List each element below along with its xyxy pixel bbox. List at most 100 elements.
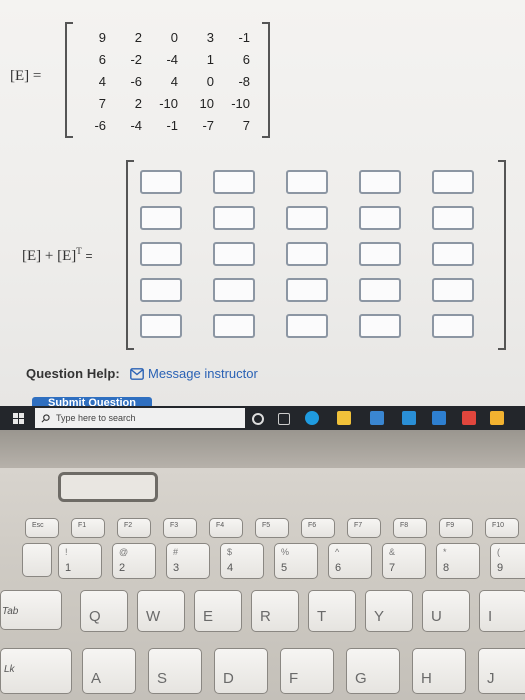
answer-input-r4c3[interactable] xyxy=(286,278,328,302)
key-shift-symbol: @ xyxy=(119,547,129,557)
letter-key-a[interactable]: A xyxy=(82,648,136,694)
key-label: A xyxy=(91,670,102,687)
answer-input-r2c2[interactable] xyxy=(213,206,255,230)
letter-key-f[interactable]: F xyxy=(280,648,334,694)
function-key[interactable]: F8 xyxy=(393,518,427,538)
number-key-3[interactable]: #3 xyxy=(166,543,210,579)
file-explorer-icon[interactable] xyxy=(337,411,351,425)
letter-key-d[interactable]: D xyxy=(214,648,268,694)
answer-input-r4c1[interactable] xyxy=(140,278,182,302)
matrix-cell: -10 xyxy=(159,96,178,111)
answer-input-r1c3[interactable] xyxy=(286,170,328,194)
matrix-row: 6 -2 -4 1 6 xyxy=(70,52,250,67)
laptop-bezel xyxy=(0,430,525,470)
function-key[interactable]: F9 xyxy=(439,518,473,538)
key-label: I xyxy=(488,608,493,625)
key-label: T xyxy=(317,608,327,625)
key-shift-symbol: $ xyxy=(227,547,233,557)
number-key-8[interactable]: * 8 xyxy=(436,543,480,579)
function-key[interactable]: F5 xyxy=(255,518,289,538)
matrix-cell: 4 xyxy=(170,74,178,89)
answer-input-r2c5[interactable] xyxy=(432,206,474,230)
letter-key-h[interactable]: H xyxy=(412,648,466,694)
number-key-5[interactable]: % 5 xyxy=(274,543,318,579)
answer-input-r3c3[interactable] xyxy=(286,242,328,266)
function-key[interactable]: F2 xyxy=(117,518,151,538)
letter-key-t[interactable]: T xyxy=(308,590,356,632)
answer-input-r1c4[interactable] xyxy=(359,170,401,194)
matrix-cell: -6 xyxy=(130,74,142,89)
number-key-7[interactable]: & 7 xyxy=(382,543,426,579)
windows-start-icon[interactable] xyxy=(13,413,24,424)
answer-input-r3c4[interactable] xyxy=(359,242,401,266)
cortana-icon[interactable] xyxy=(252,413,264,425)
answer-input-r4c2[interactable] xyxy=(213,278,255,302)
taskbar-search-input[interactable]: Type here to search xyxy=(35,408,245,428)
matrix-row: 4 -6 4 0 -8 xyxy=(70,74,250,89)
store-icon[interactable] xyxy=(402,411,416,425)
letter-key-u[interactable]: U xyxy=(422,590,470,632)
answer-input-r1c1[interactable] xyxy=(140,170,182,194)
letter-key-w[interactable]: W xyxy=(137,590,185,632)
submit-question-button[interactable]: Submit Question xyxy=(32,397,152,406)
number-key-2[interactable]: @2 xyxy=(112,543,156,579)
answer-input-r5c4[interactable] xyxy=(359,314,401,338)
matrix-cell: -8 xyxy=(238,74,250,89)
answer-input-r5c5[interactable] xyxy=(432,314,474,338)
answer-right-bracket xyxy=(498,160,506,350)
letter-key-i[interactable]: I xyxy=(479,590,525,632)
key-label: 4 xyxy=(227,562,234,574)
letter-key-y[interactable]: Y xyxy=(365,590,413,632)
answer-input-r3c5[interactable] xyxy=(432,242,474,266)
key-label: F1 xyxy=(78,522,87,529)
answer-input-r3c2[interactable] xyxy=(213,242,255,266)
answer-input-r5c3[interactable] xyxy=(286,314,328,338)
function-key[interactable]: Esc xyxy=(25,518,59,538)
mail-icon[interactable] xyxy=(370,411,384,425)
function-key[interactable]: F4 xyxy=(209,518,243,538)
office-icon[interactable] xyxy=(462,411,476,425)
answer-input-r1c2[interactable] xyxy=(213,170,255,194)
number-key-9[interactable]: (9 xyxy=(490,543,525,579)
answer-input-r5c1[interactable] xyxy=(140,314,182,338)
key-label: F8 xyxy=(400,522,409,529)
matrix-cell: -10 xyxy=(231,96,250,111)
function-key[interactable]: F3 xyxy=(163,518,197,538)
number-key-6[interactable]: ^ 6 xyxy=(328,543,372,579)
letter-key-e[interactable]: E xyxy=(194,590,242,632)
letter-key-r[interactable]: R xyxy=(251,590,299,632)
key-label: F2 xyxy=(124,522,133,529)
letter-key-j[interactable]: J xyxy=(478,648,525,694)
function-key[interactable]: F7 xyxy=(347,518,381,538)
backtick-key[interactable] xyxy=(22,543,52,577)
edge-icon[interactable] xyxy=(305,411,319,425)
message-instructor-link[interactable]: Message instructor xyxy=(130,366,258,381)
number-key-1[interactable]: ! 1 xyxy=(58,543,102,579)
matrix-cell: 7 xyxy=(98,96,106,111)
matrix-cell: -1 xyxy=(166,118,178,133)
function-key[interactable]: F1 xyxy=(71,518,105,538)
answer-input-r1c5[interactable] xyxy=(432,170,474,194)
app-icon-2[interactable] xyxy=(490,411,504,425)
answer-input-r5c2[interactable] xyxy=(213,314,255,338)
letter-key-q[interactable]: Q xyxy=(80,590,128,632)
key-label: 3 xyxy=(173,562,180,574)
letter-key-s[interactable]: S xyxy=(148,648,202,694)
answer-input-r2c1[interactable] xyxy=(140,206,182,230)
answer-input-r2c3[interactable] xyxy=(286,206,328,230)
matrix-e-label: [E] = xyxy=(10,68,42,84)
key-label: F4 xyxy=(216,522,225,529)
function-key[interactable]: F6 xyxy=(301,518,335,538)
letter-key-g[interactable]: G xyxy=(346,648,400,694)
answer-input-r2c4[interactable] xyxy=(359,206,401,230)
key-label: 1 xyxy=(65,562,72,574)
answer-input-r4c5[interactable] xyxy=(432,278,474,302)
answer-input-r4c4[interactable] xyxy=(359,278,401,302)
function-key[interactable]: F10 xyxy=(485,518,519,538)
search-icon xyxy=(41,413,50,422)
number-key-4[interactable]: $4 xyxy=(220,543,264,579)
task-view-icon[interactable] xyxy=(278,413,290,425)
answer-input-r3c1[interactable] xyxy=(140,242,182,266)
app-icon[interactable] xyxy=(432,411,446,425)
key-label: 9 xyxy=(497,562,504,574)
